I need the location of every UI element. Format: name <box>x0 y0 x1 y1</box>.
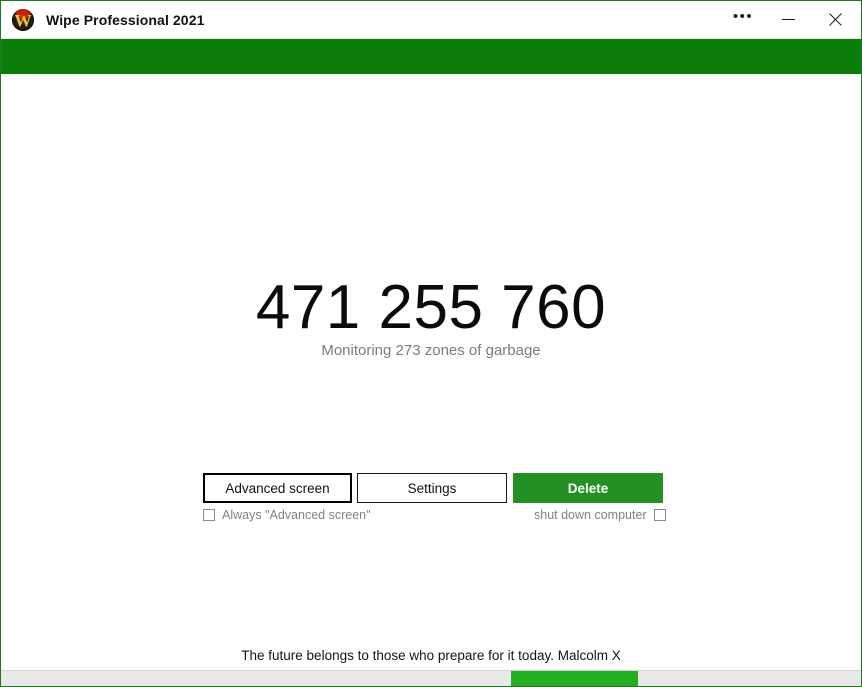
minimize-bar <box>781 19 795 20</box>
always-advanced-option[interactable]: Always "Advanced screen" <box>203 508 371 522</box>
shutdown-computer-checkbox[interactable] <box>653 509 666 521</box>
close-icon[interactable] <box>811 1 859 38</box>
always-advanced-label: Always "Advanced screen" <box>222 508 371 522</box>
bottom-scroll-thumb[interactable] <box>511 671 638 686</box>
advanced-screen-button[interactable]: Advanced screen <box>203 473 352 503</box>
action-buttons: Advanced screen Settings Delete <box>203 473 663 503</box>
app-logo-icon: W <box>12 8 34 31</box>
app-window: W Wipe Professional 2021 ••• 471 255 760… <box>0 0 862 687</box>
garbage-counter-subtitle: Monitoring 273 zones of garbage <box>321 342 541 359</box>
garbage-counter-value: 471 255 760 <box>255 273 607 342</box>
delete-button[interactable]: Delete <box>513 473 663 503</box>
minimize-icon[interactable] <box>765 1 811 38</box>
more-options-icon[interactable]: ••• <box>721 1 765 41</box>
title-bar: W Wipe Professional 2021 ••• <box>1 1 861 39</box>
header-band <box>1 39 861 74</box>
always-advanced-checkbox[interactable] <box>203 509 215 521</box>
main-content: 471 255 760 Monitoring 273 zones of garb… <box>1 74 861 670</box>
app-logo-letter: W <box>14 10 32 30</box>
window-title: Wipe Professional 2021 <box>46 11 205 28</box>
bottom-scroll-track[interactable] <box>1 670 861 686</box>
footer-quote: The future belongs to those who prepare … <box>241 648 621 663</box>
settings-button[interactable]: Settings <box>357 473 507 503</box>
shutdown-computer-label: shut down computer <box>534 508 647 522</box>
shutdown-computer-option[interactable]: shut down computer <box>534 508 666 522</box>
window-controls: ••• <box>721 1 861 38</box>
